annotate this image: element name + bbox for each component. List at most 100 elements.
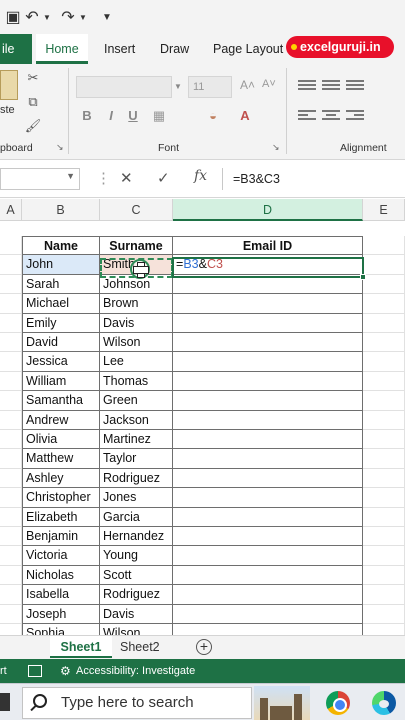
undo-icon[interactable]: ↶ [22,6,42,28]
email-cell[interactable] [173,410,363,430]
search-highlight-image[interactable] [254,686,310,720]
name-cell[interactable]: Elizabeth [22,507,100,527]
cut-icon[interactable]: ✂ [24,70,42,86]
tab-insert[interactable]: Insert [104,34,135,64]
font-color-icon[interactable]: A [236,108,254,123]
cell[interactable] [363,585,405,605]
cell[interactable] [363,624,405,635]
font-size-input[interactable]: 11 [188,76,232,98]
surname-cell[interactable]: Rodriguez [100,468,173,489]
email-cell[interactable] [173,313,363,333]
name-cell[interactable]: Isabella [22,585,100,605]
surname-cell[interactable]: Young [100,546,173,566]
macro-record-icon[interactable] [28,665,42,677]
paste-label[interactable]: ste [0,104,15,116]
surname-cell[interactable]: Davis [100,313,173,333]
italic-button[interactable]: I [102,108,120,123]
email-cell[interactable] [173,507,363,527]
name-cell[interactable]: Jessica [22,352,100,372]
name-cell[interactable]: Christopher [22,488,100,508]
email-cell[interactable] [173,391,363,411]
name-cell[interactable]: Benjamin [22,527,100,547]
underline-button[interactable]: U [124,108,142,123]
name-cell[interactable]: Olivia [22,430,100,450]
sheet-tab-sheet1[interactable]: Sheet1 [50,636,112,658]
cell[interactable] [363,294,405,314]
cell[interactable] [363,255,405,275]
customize-qat-icon[interactable]: ▼ [100,6,114,28]
cell[interactable] [0,313,22,333]
cell[interactable] [363,546,405,566]
sheet-tab-sheet2[interactable]: Sheet2 [120,636,160,658]
email-cell[interactable] [173,333,363,353]
surname-cell[interactable]: Lee [100,352,173,372]
email-cell[interactable] [173,527,363,547]
email-cell[interactable] [173,585,363,605]
surname-cell[interactable]: Martinez [100,430,173,450]
name-cell[interactable]: Matthew [22,449,100,469]
redo-dropdown-icon[interactable]: ▼ [78,6,88,28]
cell[interactable] [363,352,405,372]
font-name-dropdown-icon[interactable]: ▼ [172,76,184,98]
cell[interactable] [363,507,405,527]
fill-color-icon[interactable]: ◒ [204,108,222,123]
align-center-icon[interactable] [322,108,340,124]
undo-dropdown-icon[interactable]: ▼ [42,6,52,28]
cell[interactable] [0,371,22,392]
edge-icon[interactable] [372,691,396,715]
surname-cell[interactable]: Wilson [100,624,173,635]
email-cell[interactable] [173,624,363,635]
borders-icon[interactable]: ▦ [150,108,168,124]
email-cell[interactable] [173,488,363,508]
email-cell[interactable] [173,468,363,489]
tab-file[interactable]: ile [0,34,32,64]
cell[interactable] [363,371,405,392]
surname-cell[interactable]: Green [100,391,173,411]
name-cell[interactable]: Ashley [22,468,100,489]
bold-button[interactable]: B [78,108,96,123]
cell[interactable] [0,391,22,411]
column-header-e[interactable]: E [363,199,405,221]
cell[interactable] [0,352,22,372]
enter-formula-icon[interactable]: ✓ [157,169,170,187]
email-cell[interactable] [173,352,363,372]
email-cell[interactable] [173,274,363,295]
cell[interactable] [363,430,405,450]
cell[interactable] [0,410,22,430]
cell[interactable] [363,410,405,430]
surname-cell[interactable]: Taylor [100,449,173,469]
surname-cell[interactable]: Jackson [100,410,173,430]
column-header-d[interactable]: D [173,199,363,221]
add-sheet-button[interactable]: + [196,639,212,655]
shrink-font-icon[interactable]: A˅ [262,78,276,90]
column-header-b[interactable]: B [22,199,100,221]
email-cell[interactable] [173,371,363,392]
font-name-input[interactable] [76,76,172,98]
cell[interactable] [0,546,22,566]
email-cell[interactable] [173,604,363,624]
cell[interactable] [363,468,405,489]
app-icon[interactable]: ▣ [4,6,22,28]
header-email[interactable]: Email ID [173,236,363,256]
surname-cell[interactable]: Thomas [100,371,173,392]
clipboard-launcher-icon[interactable]: ↘ [56,142,64,153]
redo-icon[interactable]: ↷ [58,6,78,28]
cell[interactable] [363,449,405,469]
copy-icon[interactable]: ⧉ [24,94,42,110]
cell[interactable] [0,507,22,527]
name-cell[interactable]: David [22,333,100,353]
surname-cell[interactable]: Wilson [100,333,173,353]
name-cell[interactable]: Samantha [22,391,100,411]
align-right-icon[interactable] [346,108,364,124]
cell[interactable] [0,333,22,353]
cell[interactable] [0,488,22,508]
cell[interactable] [0,236,22,256]
name-cell[interactable]: William [22,371,100,392]
cell[interactable] [363,391,405,411]
name-cell[interactable]: Michael [22,294,100,314]
column-header-c[interactable]: C [100,199,173,221]
cell[interactable] [363,274,405,295]
cell[interactable] [363,565,405,586]
cell[interactable] [363,604,405,624]
align-top-icon[interactable] [298,78,316,94]
